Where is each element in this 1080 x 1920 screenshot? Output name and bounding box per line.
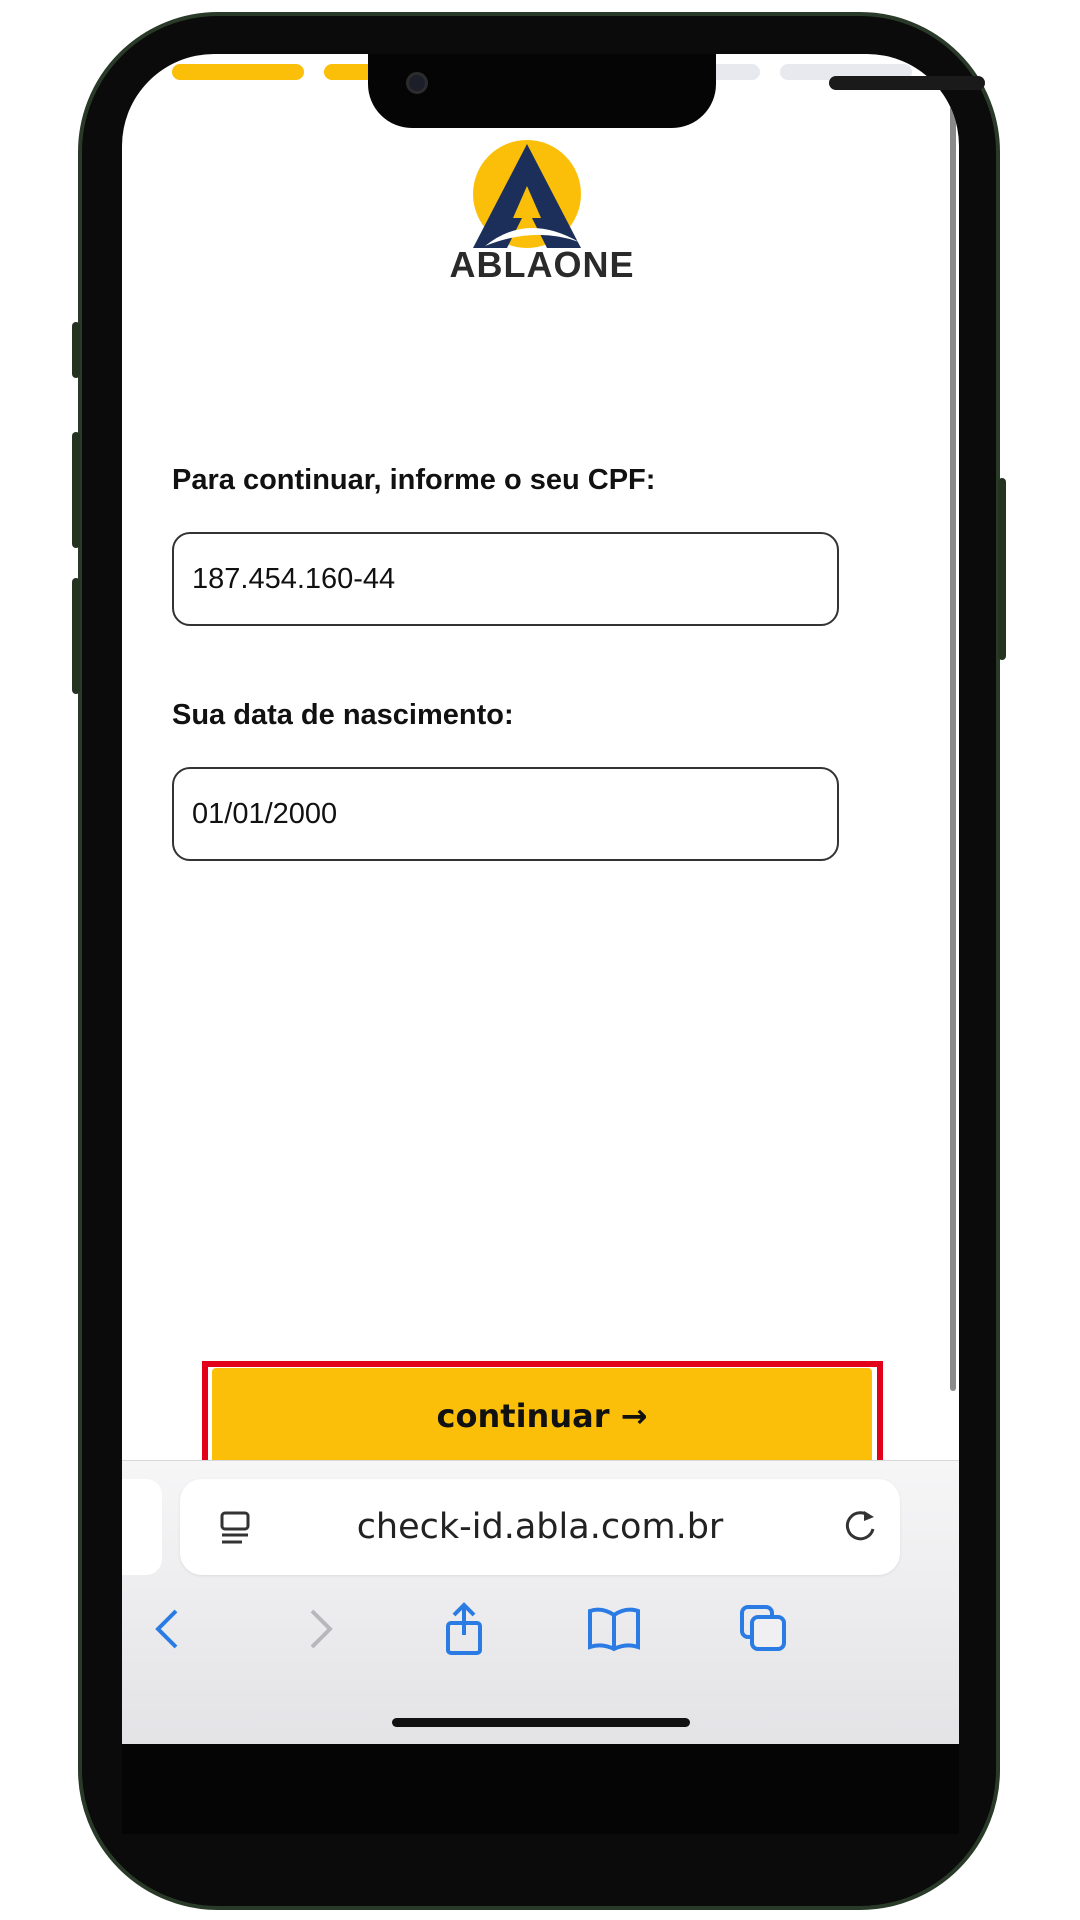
home-indicator[interactable] (392, 1718, 690, 1727)
birthdate-label: Sua data de nascimento: (172, 699, 514, 731)
previous-tab-peek[interactable] (122, 1479, 162, 1575)
birthdate-input[interactable] (172, 767, 839, 861)
phone-silent-switch (72, 322, 80, 378)
screen-bottom-bezel (122, 1744, 959, 1834)
bookmarks-icon[interactable] (584, 1599, 644, 1659)
tabs-icon[interactable] (734, 1599, 794, 1659)
browser-toolbar: check-id.abla.com.br (122, 1460, 959, 1744)
reload-icon[interactable] (840, 1507, 880, 1547)
back-icon[interactable] (140, 1599, 200, 1659)
ablaone-logo-icon (473, 140, 581, 248)
page-scrollbar[interactable] (950, 106, 956, 1391)
share-icon[interactable] (434, 1599, 494, 1659)
screen: ABLAONE Para continuar, informe o seu CP… (122, 54, 959, 1744)
brand-name: ABLAONE (449, 244, 635, 285)
continue-button[interactable]: continuar → (212, 1368, 872, 1464)
cpf-input[interactable] (172, 532, 839, 626)
url-text: check-id.abla.com.br (356, 1507, 724, 1547)
progress-step-1 (172, 64, 304, 80)
address-bar[interactable]: check-id.abla.com.br (180, 1479, 900, 1575)
phone-volume-up (72, 432, 80, 548)
forward-icon[interactable] (290, 1599, 350, 1659)
cpf-label: Para continuar, informe o seu CPF: (172, 464, 656, 496)
phone-volume-down (72, 578, 80, 694)
earpiece-speaker (829, 76, 985, 90)
phone-power-button (998, 478, 1006, 660)
front-camera-icon (406, 72, 428, 94)
